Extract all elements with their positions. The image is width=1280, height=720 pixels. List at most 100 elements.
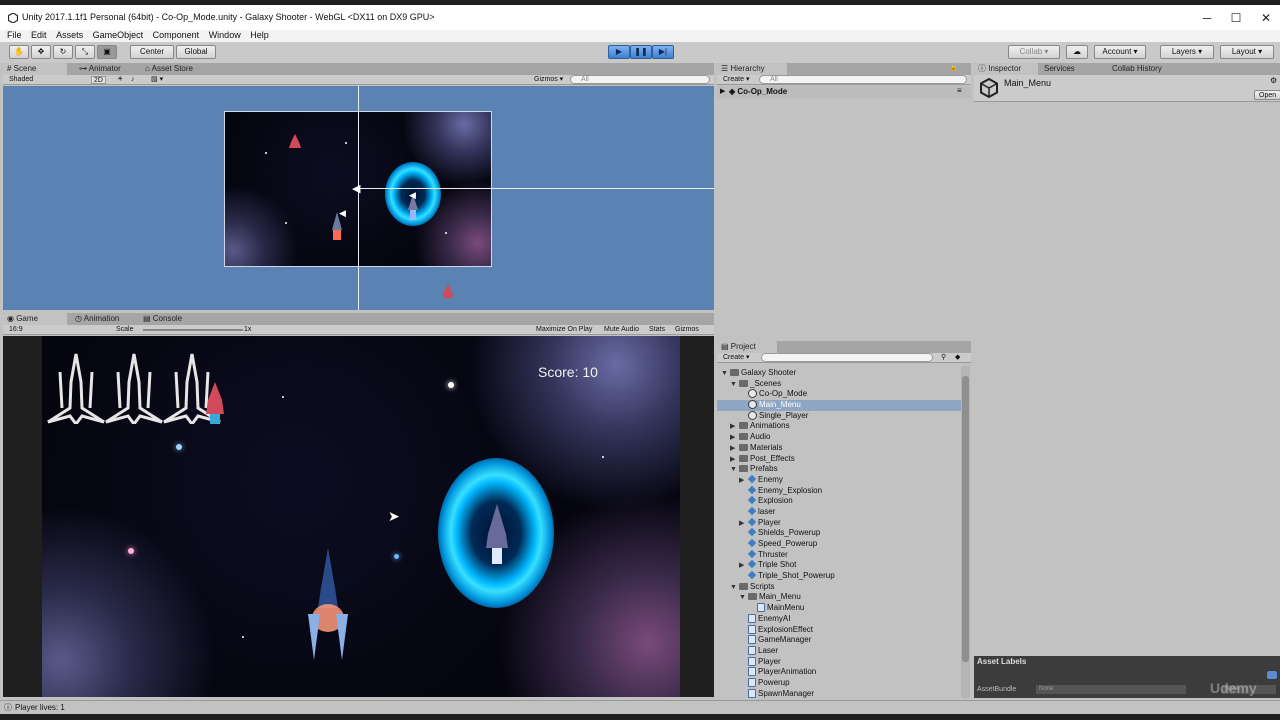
hierarchy-create-dropdown[interactable]: Create ▾ — [723, 76, 749, 84]
project-tree-item[interactable]: ▶ Animations — [717, 421, 961, 432]
step-button[interactable]: ▶| — [652, 45, 674, 59]
scene-search-input[interactable]: All — [570, 75, 710, 84]
hand-tool-button[interactable]: ✋ — [9, 45, 29, 59]
mute-audio-toggle[interactable]: Mute Audio — [604, 326, 639, 334]
filter-label-icon[interactable]: ◆ — [955, 354, 960, 362]
menu-assets[interactable]: Assets — [56, 30, 83, 41]
account-button[interactable]: Account ▾ — [1094, 45, 1146, 59]
project-tree-item[interactable]: ▶ Enemy — [717, 474, 961, 487]
play-button[interactable]: ▶ — [608, 45, 630, 59]
expand-arrow-icon[interactable]: ▼ — [739, 593, 748, 604]
game-screen[interactable]: Score: 10 ➤ — [42, 336, 680, 697]
expand-arrow-icon[interactable]: ▼ — [730, 380, 739, 391]
tab-collab-history[interactable]: Collab History — [1108, 63, 1166, 75]
scene-gizmos-dropdown[interactable]: Gizmos ▾ — [534, 76, 563, 84]
menu-help[interactable]: Help — [250, 30, 269, 41]
project-tree-item[interactable]: PlayerAnimation — [717, 667, 961, 678]
2d-toggle[interactable]: 2D — [91, 76, 106, 84]
aspect-dropdown[interactable]: 16:9 — [9, 326, 23, 334]
maximize-on-play-toggle[interactable]: Maximize On Play — [536, 326, 592, 334]
filter-type-icon[interactable]: ⚲ — [941, 354, 946, 362]
hierarchy-search-input[interactable]: All — [759, 75, 967, 84]
menu-gameobject[interactable]: GameObject — [93, 30, 144, 41]
collab-button[interactable]: Collab ▾ — [1008, 45, 1060, 59]
project-tree-item[interactable]: ▼ Scripts — [717, 582, 961, 593]
inspector-settings-icon[interactable]: ⚙ — [1270, 76, 1277, 85]
layout-button[interactable]: Layout ▾ — [1220, 45, 1274, 59]
scene-menu-icon[interactable]: ≡ — [957, 86, 962, 95]
expand-arrow-icon[interactable]: ▼ — [730, 583, 739, 594]
rect-tool-button[interactable]: ▣ — [97, 45, 117, 59]
project-tree-item[interactable]: ▼ Main_Menu — [717, 592, 961, 603]
tab-console[interactable]: ▤ Console — [139, 313, 186, 325]
project-tree-item[interactable]: ▶ Triple Shot — [717, 560, 961, 571]
pivot-global-button[interactable]: Global — [176, 45, 216, 59]
project-tree-item[interactable]: laser — [717, 506, 961, 518]
project-tree-item[interactable]: ▼ _Scenes — [717, 379, 961, 390]
minimize-button[interactable]: ─ — [1192, 9, 1222, 27]
project-tree-item[interactable]: ▶ Materials — [717, 443, 961, 454]
hierarchy-body[interactable] — [717, 98, 971, 337]
expand-arrow-icon[interactable]: ▶ — [739, 476, 748, 487]
project-scrollbar[interactable] — [961, 366, 970, 698]
project-search-input[interactable] — [761, 353, 933, 362]
project-scroll-thumb[interactable] — [962, 376, 969, 662]
project-create-dropdown[interactable]: Create ▾ — [723, 354, 749, 362]
project-tree-item[interactable]: ▶ Post_Effects — [717, 454, 961, 465]
project-tree-item[interactable]: Single_Player — [717, 410, 961, 422]
maximize-button[interactable]: ☐ — [1221, 9, 1251, 27]
expand-arrow-icon[interactable]: ▼ — [721, 369, 730, 380]
project-tree-item[interactable]: Powerup — [717, 677, 961, 689]
project-tree-item[interactable]: Co-Op_Mode — [717, 389, 961, 400]
project-tree-item[interactable]: ▼ Galaxy Shooter — [717, 368, 961, 379]
project-tree[interactable]: ▼ Galaxy Shooter ▼ _Scenes Co-Op_Mode Main_Me… — [717, 366, 961, 698]
project-tree-item[interactable]: EnemyAI — [717, 613, 961, 625]
tab-project[interactable]: ▤ Project — [717, 341, 777, 353]
tab-asset-store[interactable]: ⌂ Asset Store — [141, 63, 197, 75]
expand-arrow-icon[interactable]: ▼ — [730, 465, 739, 476]
project-tree-item[interactable]: Main_Menu — [717, 400, 961, 411]
expand-arrow-icon[interactable]: ▶ — [730, 444, 739, 455]
audio-toggle[interactable]: ♪ — [131, 76, 135, 84]
shading-mode-dropdown[interactable]: Shaded — [9, 76, 33, 84]
layers-button[interactable]: Layers ▾ — [1160, 45, 1214, 59]
effects-dropdown[interactable]: ▨ ▾ — [151, 76, 163, 84]
project-tree-item[interactable]: ExplosionEffect — [717, 624, 961, 636]
pause-button[interactable]: ❚❚ — [630, 45, 652, 59]
project-tree-item[interactable]: Triple_Shot_Powerup — [717, 570, 961, 582]
project-tree-item[interactable]: Shields_Powerup — [717, 528, 961, 539]
pivot-center-button[interactable]: Center — [130, 45, 174, 59]
project-tree-item[interactable]: MainMenu — [717, 603, 961, 614]
stats-toggle[interactable]: Stats — [649, 326, 665, 334]
project-tree-item[interactable]: Thruster — [717, 549, 961, 561]
rotate-tool-button[interactable]: ↻ — [53, 45, 73, 59]
game-view[interactable]: Score: 10 ➤ — [3, 336, 714, 697]
asset-bundle-dropdown[interactable]: None — [1036, 685, 1186, 694]
tab-animator[interactable]: ⊶ Animator — [75, 63, 125, 75]
tab-services[interactable]: Services — [1040, 63, 1079, 75]
tab-inspector[interactable]: ⓘ Inspector — [974, 63, 1038, 75]
menu-file[interactable]: File — [7, 30, 22, 41]
move-tool-button[interactable]: ✥ — [31, 45, 51, 59]
project-tree-item[interactable]: SpawnManager — [717, 688, 961, 698]
project-tree-item[interactable]: ▼ Prefabs — [717, 464, 961, 475]
project-tree-item[interactable]: ▶ Player — [717, 517, 961, 529]
menu-edit[interactable]: Edit — [31, 30, 47, 41]
scale-tool-button[interactable]: ⤡ — [75, 45, 95, 59]
project-tree-item[interactable]: Player — [717, 656, 961, 668]
scene-view[interactable]: ◀ ◀ ◀ — [3, 86, 714, 310]
project-tree-item[interactable]: ▶ Audio — [717, 432, 961, 443]
cloud-button[interactable]: ☁ — [1066, 45, 1088, 59]
menu-window[interactable]: Window — [209, 30, 241, 41]
project-tree-item[interactable]: Explosion — [717, 496, 961, 507]
hierarchy-scene-row[interactable]: ▶ ◈ Co-Op_Mode ≡ — [717, 86, 971, 98]
expand-arrow-icon[interactable]: ▶ — [720, 87, 725, 95]
label-tag-icon[interactable] — [1267, 671, 1277, 679]
tab-game[interactable]: ◉ Game — [3, 313, 67, 325]
tab-hierarchy[interactable]: ☰ Hierarchy — [717, 63, 787, 75]
tab-animation[interactable]: ◷ Animation — [71, 313, 123, 325]
scale-slider[interactable] — [143, 329, 243, 331]
close-button[interactable]: ✕ — [1251, 9, 1280, 27]
tab-scene[interactable]: # Scene — [3, 63, 67, 75]
project-tree-item[interactable]: Speed_Powerup — [717, 538, 961, 550]
